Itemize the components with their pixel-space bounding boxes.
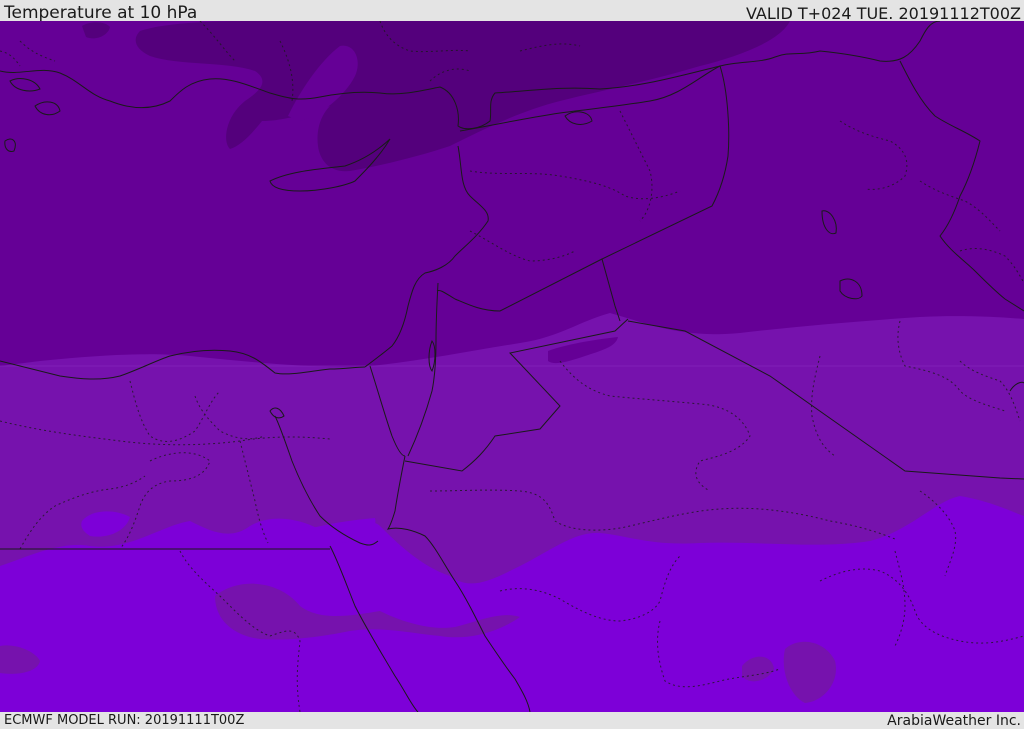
footer-bar: ECMWF MODEL RUN: 20191111T00Z ArabiaWeat… <box>0 712 1024 729</box>
weather-map-figure: Temperature at 10 hPa VALID T+024 TUE. 2… <box>0 0 1024 729</box>
header-bar: Temperature at 10 hPa VALID T+024 TUE. 2… <box>0 0 1024 23</box>
map-canvas <box>0 21 1024 712</box>
map-title: Temperature at 10 hPa <box>4 3 198 23</box>
credit-label: ArabiaWeather Inc. <box>887 713 1021 729</box>
temperature-map-svg <box>0 21 1024 712</box>
model-run-label: ECMWF MODEL RUN: 20191111T00Z <box>4 713 245 728</box>
